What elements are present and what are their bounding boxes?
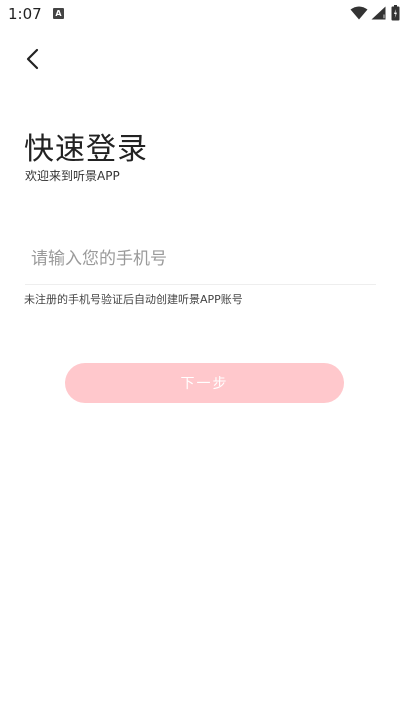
back-button[interactable] (20, 44, 48, 74)
login-screen: 1:07 A 快速登录 欢迎来到听景APP 未注册的手机号验证后自动创建听景AP… (0, 0, 409, 728)
page-subtitle: 欢迎来到听景APP (25, 169, 120, 183)
input-underline (25, 284, 376, 285)
cell-signal-icon (371, 6, 386, 20)
registration-hint: 未注册的手机号验证后自动创建听景APP账号 (24, 293, 243, 306)
wifi-icon (350, 6, 368, 20)
page-title: 快速登录 (24, 132, 148, 167)
status-bar: 1:07 A (0, 0, 409, 28)
chevron-left-icon (26, 48, 39, 70)
battery-icon (391, 5, 400, 21)
next-button[interactable]: 下一步 (65, 363, 344, 403)
status-time: 1:07 (8, 5, 42, 23)
phone-number-input[interactable] (25, 235, 376, 283)
notification-app-icon: A (53, 8, 64, 19)
